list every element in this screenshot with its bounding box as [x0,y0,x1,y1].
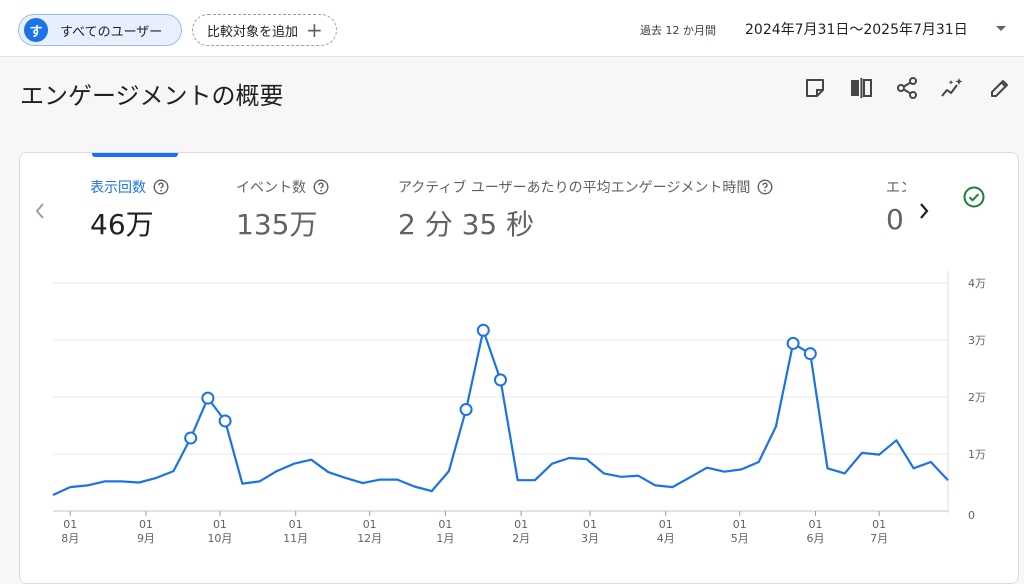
data-point-marker[interactable] [494,373,507,387]
x-tick-month: 3月 [581,532,599,545]
x-tick-day: 01 [733,518,747,531]
x-tick-day: 01 [872,518,886,531]
x-tick-month: 10月 [207,532,232,545]
x-tick-month: 6月 [806,532,824,545]
segment-avatar: す [24,18,48,42]
x-tick-day: 01 [808,518,822,531]
x-tick-day: 01 [139,518,153,531]
x-tick-month: 1月 [436,532,454,545]
y-tick-label: 2万 [968,391,986,404]
x-tick-month: 12月 [357,532,382,545]
period-label: 過去 12 か月間 [640,24,716,37]
compare-columns-icon[interactable] [849,76,873,100]
x-tick-day: 01 [659,518,673,531]
insights-sparkle-icon[interactable] [940,76,964,100]
x-tick-month: 9月 [137,532,155,545]
top-filter-bar: す すべてのユーザー 比較対象を追加 + 過去 12 か月間 2024年7月31… [0,0,1024,57]
x-tick-month: 4月 [657,532,675,545]
x-tick-day: 01 [514,518,528,531]
x-tick-month: 7月 [870,532,888,545]
y-tick-label: 4万 [968,277,986,290]
data-point-marker[interactable] [184,431,198,445]
x-tick-month: 8月 [61,532,79,545]
data-point-marker[interactable] [803,347,817,361]
x-tick-day: 01 [438,518,452,531]
edit-pencil-icon[interactable] [988,76,1012,100]
x-tick-month: 11月 [283,532,308,545]
note-icon[interactable] [803,76,827,100]
engagement-card: 表示回数 46万 イベント数 135万 アクティブ ユーザーあたりの平均エンゲー… [19,152,1019,584]
add-comparison-button[interactable]: 比較対象を追加 + [192,14,337,46]
x-tick-day: 01 [63,518,77,531]
plus-icon: + [306,18,323,42]
segment-label: すべてのユーザー [60,24,163,40]
x-tick-day: 01 [583,518,597,531]
add-comparison-label: 比較対象を追加 [207,24,299,40]
share-icon[interactable] [895,76,919,100]
data-point-marker[interactable] [476,323,490,337]
x-tick-day: 01 [289,518,303,531]
y-tick-label: 3万 [968,334,986,347]
data-point-marker[interactable] [459,403,473,417]
x-tick-day: 01 [363,518,377,531]
data-point-marker[interactable] [218,414,232,428]
chevron-down-icon[interactable] [996,26,1006,31]
data-point-marker[interactable] [786,336,800,350]
date-range-selector[interactable]: 2024年7月31日～2025年7月31日 [745,19,968,39]
x-tick-day: 01 [213,518,227,531]
y-tick-label: 0 [968,509,975,522]
data-point-marker[interactable] [201,391,215,405]
x-tick-month: 5月 [731,532,749,545]
y-tick-label: 1万 [968,448,986,461]
x-tick-month: 2月 [512,532,530,545]
views-line-chart: 01万2万3万4万018月019月0110月0111月0112月011月012月… [52,271,986,545]
segment-chip-all-users[interactable]: す すべてのユーザー [18,14,182,46]
page-title: エンゲージメントの概要 [20,82,284,110]
